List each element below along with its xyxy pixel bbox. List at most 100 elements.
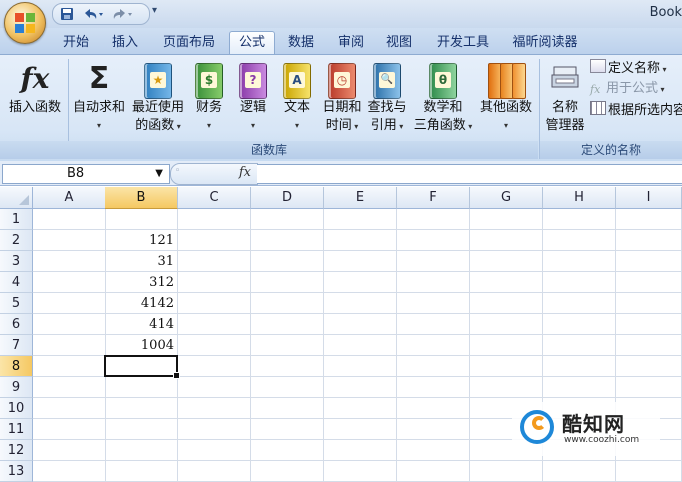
cell-e3[interactable] [324, 251, 397, 272]
cell-h13[interactable] [543, 461, 616, 482]
cell-a10[interactable] [33, 398, 106, 419]
use-in-formula-button[interactable]: fx 用于公式 ▾ [590, 80, 665, 99]
cell-d2[interactable] [251, 230, 324, 251]
name-box-dropdown-icon[interactable]: ▼ [155, 165, 163, 183]
cell-f8[interactable] [397, 356, 470, 377]
cell-a9[interactable] [33, 377, 106, 398]
cell-e7[interactable] [324, 335, 397, 356]
tab-foxit-reader[interactable]: 福昕阅读器 [505, 32, 585, 54]
cell-c1[interactable] [178, 209, 251, 230]
cell-c6[interactable] [178, 314, 251, 335]
row-header-4[interactable]: 4 [0, 272, 33, 293]
cell-e5[interactable] [324, 293, 397, 314]
logical-button[interactable]: ? 逻辑 ▾ [234, 59, 272, 135]
row-header-11[interactable]: 11 [0, 419, 33, 440]
cell-e13[interactable] [324, 461, 397, 482]
column-header-g[interactable]: G [470, 187, 543, 209]
cell-f11[interactable] [397, 419, 470, 440]
cell-c3[interactable] [178, 251, 251, 272]
cell-d7[interactable] [251, 335, 324, 356]
cell-e1[interactable] [324, 209, 397, 230]
cell-e6[interactable] [324, 314, 397, 335]
name-manager-button[interactable]: 名称 管理器 [542, 59, 588, 135]
cell-c2[interactable] [178, 230, 251, 251]
cell-d4[interactable] [251, 272, 324, 293]
financial-button[interactable]: $ 财务 ▾ [190, 59, 228, 135]
cell-b11[interactable] [105, 419, 178, 440]
formula-input[interactable] [257, 164, 682, 184]
cell-c8[interactable] [178, 356, 251, 377]
cell-i6[interactable] [616, 314, 682, 335]
cell-b2[interactable]: 121 [105, 230, 178, 251]
column-header-i[interactable]: I [616, 187, 682, 209]
insert-function-button[interactable]: fx 插入函数 [4, 59, 66, 117]
redo-icon[interactable] [111, 7, 135, 21]
row-header-6[interactable]: 6 [0, 314, 33, 335]
cell-h8[interactable] [543, 356, 616, 377]
text-button[interactable]: A 文本 ▾ [278, 59, 316, 135]
cell-b13[interactable] [105, 461, 178, 482]
cell-b1[interactable] [105, 209, 178, 230]
cell-h2[interactable] [543, 230, 616, 251]
cell-f13[interactable] [397, 461, 470, 482]
cell-a8[interactable] [33, 356, 106, 377]
cell-h1[interactable] [543, 209, 616, 230]
cell-h9[interactable] [543, 377, 616, 398]
cell-b12[interactable] [105, 440, 178, 461]
office-button[interactable] [4, 2, 46, 44]
cell-b7[interactable]: 1004 [105, 335, 178, 356]
cell-d8[interactable] [251, 356, 324, 377]
tab-developer[interactable]: 开发工具 [428, 32, 498, 54]
cell-g1[interactable] [470, 209, 543, 230]
lookup-reference-button[interactable]: 🔍 查找与 引用 ▾ [364, 59, 410, 136]
cell-f10[interactable] [397, 398, 470, 419]
cell-a1[interactable] [33, 209, 106, 230]
cell-d5[interactable] [251, 293, 324, 314]
cell-e11[interactable] [324, 419, 397, 440]
cell-a13[interactable] [33, 461, 106, 482]
row-header-2[interactable]: 2 [0, 230, 33, 251]
row-header-3[interactable]: 3 [0, 251, 33, 272]
cell-b9[interactable] [105, 377, 178, 398]
cell-f3[interactable] [397, 251, 470, 272]
row-header-7[interactable]: 7 [0, 335, 33, 356]
more-functions-button[interactable]: 其他函数 ▾ [476, 59, 536, 135]
expand-handle-icon[interactable]: ◦ [175, 166, 180, 176]
cell-i8[interactable] [616, 356, 682, 377]
column-header-b[interactable]: B [105, 187, 178, 209]
cell-d11[interactable] [251, 419, 324, 440]
name-box[interactable]: B8 ▼ [2, 164, 170, 184]
cell-c13[interactable] [178, 461, 251, 482]
column-header-f[interactable]: F [397, 187, 470, 209]
cell-g8[interactable] [470, 356, 543, 377]
cell-i13[interactable] [616, 461, 682, 482]
tab-formulas[interactable]: 公式 [229, 31, 275, 55]
row-header-10[interactable]: 10 [0, 398, 33, 419]
cell-e10[interactable] [324, 398, 397, 419]
save-icon[interactable] [59, 7, 75, 21]
cell-d6[interactable] [251, 314, 324, 335]
cell-i2[interactable] [616, 230, 682, 251]
define-name-button[interactable]: 定义名称 ▾ [590, 59, 667, 79]
cell-g2[interactable] [470, 230, 543, 251]
cell-c12[interactable] [178, 440, 251, 461]
cell-e9[interactable] [324, 377, 397, 398]
create-from-selection-button[interactable]: 根据所选内容 [590, 101, 682, 120]
row-header-9[interactable]: 9 [0, 377, 33, 398]
tab-review[interactable]: 审阅 [330, 32, 372, 54]
cell-h6[interactable] [543, 314, 616, 335]
cell-c10[interactable] [178, 398, 251, 419]
cell-f2[interactable] [397, 230, 470, 251]
cell-i9[interactable] [616, 377, 682, 398]
insert-function-fx-icon[interactable]: fx [239, 165, 251, 180]
cell-c4[interactable] [178, 272, 251, 293]
cell-i4[interactable] [616, 272, 682, 293]
cell-b8[interactable] [105, 356, 178, 377]
tab-page-layout[interactable]: 页面布局 [154, 32, 224, 54]
cell-g13[interactable] [470, 461, 543, 482]
date-time-button[interactable]: ◷ 日期和 时间 ▾ [320, 59, 364, 136]
cell-b5[interactable]: 4142 [105, 293, 178, 314]
cell-a11[interactable] [33, 419, 106, 440]
column-header-d[interactable]: D [251, 187, 324, 209]
cell-a7[interactable] [33, 335, 106, 356]
